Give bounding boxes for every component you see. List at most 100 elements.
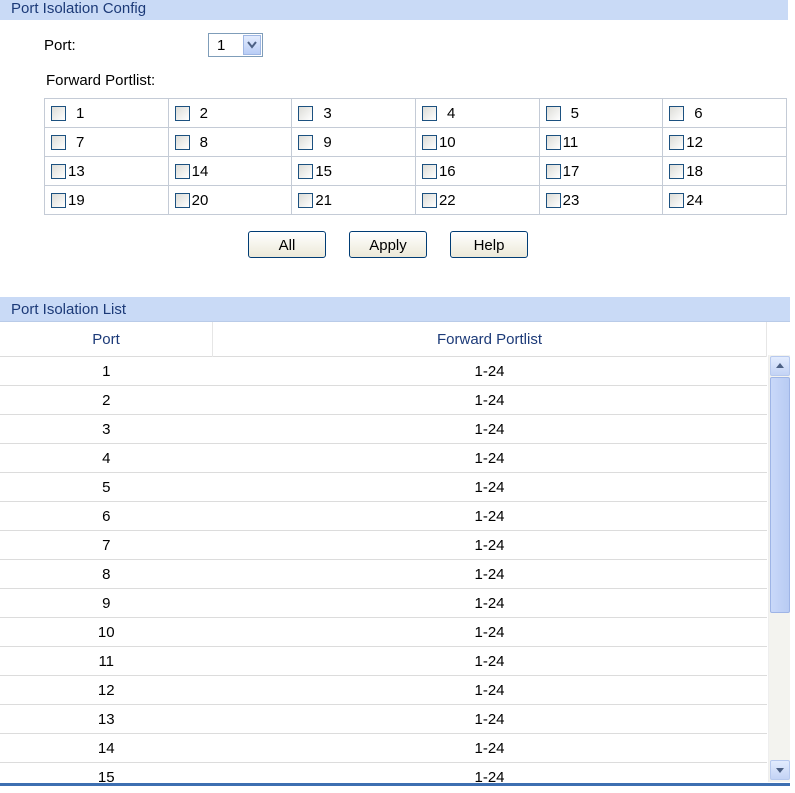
port-checkbox-item[interactable]: 5 xyxy=(545,104,663,122)
port-checkbox-item[interactable]: 6 xyxy=(669,105,786,122)
port-checkbox[interactable] xyxy=(51,134,66,150)
forward-portlist-cell: 1-24 xyxy=(212,762,767,791)
forward-portlist-cell: 1-24 xyxy=(212,414,767,444)
port-checkbox[interactable] xyxy=(545,105,561,121)
port-cell: 21 xyxy=(291,185,416,215)
port-checkbox-item[interactable]: 22 xyxy=(421,191,539,209)
port-checkbox-label: 7 xyxy=(76,133,85,151)
vertical-scrollbar[interactable] xyxy=(768,355,790,782)
port-checkbox[interactable] xyxy=(174,163,190,179)
port-checkbox-label: 14 xyxy=(191,162,209,180)
port-checkbox-label: 19 xyxy=(68,191,85,209)
table-row: 14 1-24 xyxy=(0,733,767,763)
port-row: 19 20 21 22 23 24 xyxy=(44,185,787,215)
port-checkbox-item[interactable]: 15 xyxy=(298,163,415,180)
table-row: 8 1-24 xyxy=(0,559,767,589)
port-checkbox[interactable] xyxy=(669,163,685,179)
port-cell: 15 xyxy=(0,762,213,791)
port-cell: 4 xyxy=(414,98,540,128)
scroll-thumb[interactable] xyxy=(770,377,790,613)
port-checkbox-item[interactable]: 9 xyxy=(298,134,415,151)
port-checkbox[interactable] xyxy=(421,163,437,179)
port-checkbox[interactable] xyxy=(421,134,437,150)
table-row: 1 1-24 xyxy=(0,356,767,386)
port-checkbox[interactable] xyxy=(298,105,314,121)
port-checkbox-label: 11 xyxy=(562,133,579,151)
table-row: 11 1-24 xyxy=(0,646,767,676)
forward-portlist-label: Forward Portlist: xyxy=(46,72,156,89)
port-checkbox-item[interactable]: 16 xyxy=(421,163,539,180)
port-checkbox-item[interactable]: 24 xyxy=(669,192,786,209)
port-checkbox-label: 4 xyxy=(446,104,456,122)
port-checkbox[interactable] xyxy=(421,192,437,208)
port-checkbox-label: 10 xyxy=(438,133,456,151)
port-checkbox[interactable] xyxy=(51,163,66,179)
port-label: Port: xyxy=(44,37,76,54)
chevron-down-icon[interactable] xyxy=(243,35,261,55)
forward-portlist-cell: 1-24 xyxy=(212,588,767,618)
port-cell: 13 xyxy=(44,156,169,186)
table-row: 13 1-24 xyxy=(0,704,767,734)
port-cell: 2 xyxy=(0,385,213,415)
port-checkbox[interactable] xyxy=(298,163,314,179)
port-cell: 11 xyxy=(0,646,213,676)
port-checkbox[interactable] xyxy=(545,192,561,208)
port-checkbox[interactable] xyxy=(421,105,437,121)
table-header-row: Port Forward Portlist xyxy=(0,322,767,357)
port-checkbox-label: 21 xyxy=(315,191,332,209)
port-checkbox-item[interactable]: 7 xyxy=(51,134,168,151)
port-checkbox-label: 9 xyxy=(323,133,332,151)
port-checkbox[interactable] xyxy=(545,134,561,150)
port-checkbox-item[interactable]: 20 xyxy=(174,192,292,209)
port-checkbox[interactable] xyxy=(545,163,561,179)
port-checkbox-item[interactable]: 4 xyxy=(421,104,539,122)
all-button[interactable]: All xyxy=(248,231,326,258)
table-row: 9 1-24 xyxy=(0,588,767,618)
port-checkbox-item[interactable]: 23 xyxy=(545,191,663,209)
port-checkbox-item[interactable]: 1 xyxy=(51,105,168,122)
forward-portlist-cell: 1-24 xyxy=(212,472,767,502)
port-checkbox-item[interactable]: 18 xyxy=(669,163,786,180)
port-checkbox-label: 23 xyxy=(562,191,580,209)
port-checkbox-item[interactable]: 21 xyxy=(298,192,415,209)
port-checkbox-item[interactable]: 3 xyxy=(298,105,415,122)
port-checkbox-item[interactable]: 2 xyxy=(174,105,292,122)
table-row: 4 1-24 xyxy=(0,443,767,473)
port-cell: 8 xyxy=(0,559,213,589)
port-checkbox-item[interactable]: 11 xyxy=(545,133,663,151)
port-checkbox-item[interactable]: 8 xyxy=(174,134,292,151)
port-checkbox-item[interactable]: 19 xyxy=(51,192,168,209)
port-checkbox[interactable] xyxy=(669,192,685,208)
port-checkbox-label: 22 xyxy=(438,191,456,209)
port-checkbox-label: 6 xyxy=(694,104,703,122)
port-select-value: 1 xyxy=(217,37,226,54)
port-checkbox[interactable] xyxy=(298,192,314,208)
port-cell: 17 xyxy=(538,156,664,186)
table-row: 15 1-24 xyxy=(0,762,767,791)
port-checkbox[interactable] xyxy=(298,134,314,150)
port-checkbox[interactable] xyxy=(174,134,190,150)
port-cell: 10 xyxy=(0,617,213,647)
port-checkbox[interactable] xyxy=(669,134,685,150)
port-cell: 10 xyxy=(414,127,540,157)
port-cell: 16 xyxy=(414,156,540,186)
scroll-up-arrow-icon[interactable] xyxy=(770,356,790,376)
port-checkbox-label: 5 xyxy=(570,104,579,122)
port-checkbox[interactable] xyxy=(174,192,190,208)
port-checkbox[interactable] xyxy=(51,192,66,208)
port-checkbox-item[interactable]: 10 xyxy=(421,133,539,151)
port-checkbox[interactable] xyxy=(669,105,685,121)
port-checkbox-item[interactable]: 14 xyxy=(174,162,292,180)
apply-button[interactable]: Apply xyxy=(349,231,427,258)
forward-portlist-cell: 1-24 xyxy=(212,617,767,647)
port-cell: 20 xyxy=(167,185,293,215)
port-checkbox[interactable] xyxy=(174,105,190,121)
forward-portlist-grid: 1 2 3 4 5 6 7 8 9 10 11 12 13 14 15 16 17 18 19 20 21 22 23 24 xyxy=(44,98,787,215)
port-checkbox-item[interactable]: 13 xyxy=(51,163,168,180)
port-checkbox[interactable] xyxy=(51,105,66,121)
port-checkbox-item[interactable]: 12 xyxy=(669,134,786,151)
port-checkbox-item[interactable]: 17 xyxy=(545,163,663,180)
scroll-down-arrow-icon[interactable] xyxy=(770,760,790,780)
help-button[interactable]: Help xyxy=(450,231,528,258)
port-select[interactable]: 1 xyxy=(208,33,263,57)
